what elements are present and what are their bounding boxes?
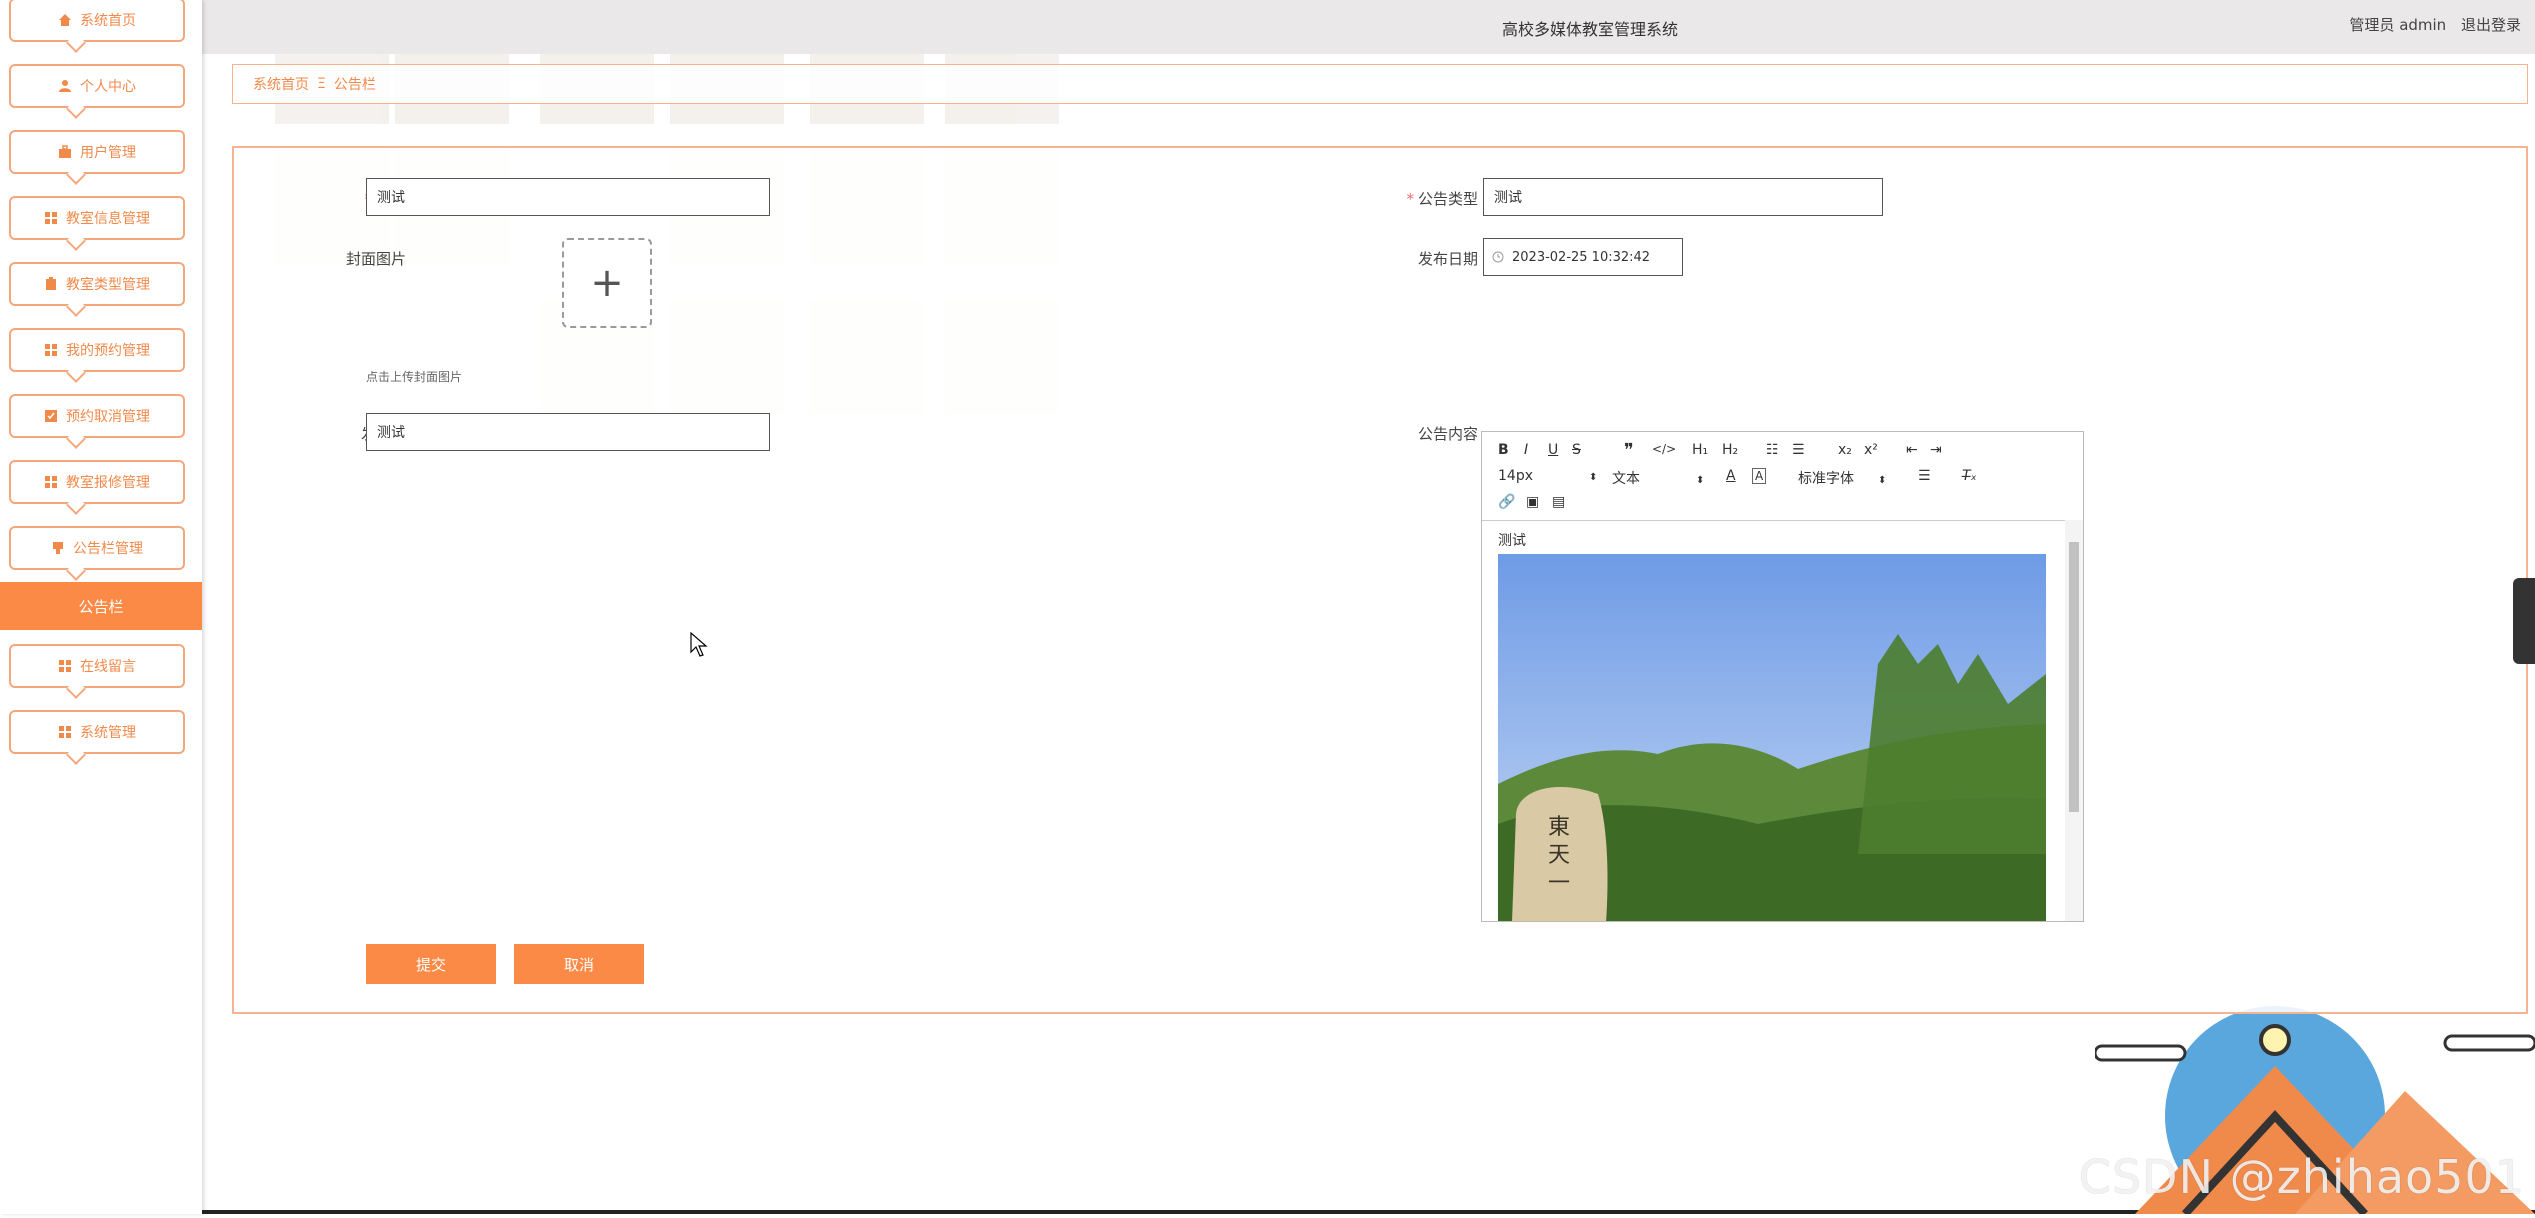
breadcrumb-separator: Ξ xyxy=(317,76,326,92)
publisher-input[interactable]: 测试 xyxy=(366,413,770,451)
sidebar-item-label: 用户管理 xyxy=(80,145,136,161)
italic-icon[interactable]: I xyxy=(1524,442,1528,458)
image-icon[interactable]: ▣ xyxy=(1526,494,1539,510)
clipboard-icon xyxy=(46,277,56,290)
sidebar-item-label: 个人中心 xyxy=(80,79,136,95)
editor-text: 测试 xyxy=(1498,533,1526,549)
type-input[interactable]: 测试 xyxy=(1483,178,1883,216)
user-info: 管理员 admin 退出登录 xyxy=(2339,14,2521,35)
sidebar-item-label: 公告栏管理 xyxy=(73,541,143,557)
sidebar-item-classroom-info[interactable]: 教室信息管理 xyxy=(9,196,185,240)
embedded-photo: 東天一 xyxy=(1498,554,2046,921)
mouse-cursor-icon xyxy=(690,632,708,657)
sidebar-item-label: 在线留言 xyxy=(80,659,136,675)
video-icon[interactable]: ▤ xyxy=(1552,494,1565,510)
plus-icon: + xyxy=(590,260,624,306)
font-size-select[interactable]: 14px ⬍ xyxy=(1498,468,1597,484)
watermark-text: CSDN @zhihao501 xyxy=(2078,1150,2525,1204)
sidebar-item-my-reservations[interactable]: 我的预约管理 xyxy=(9,328,185,372)
title-input[interactable]: 测试 xyxy=(366,178,770,216)
sidebar-subitem-notice[interactable]: 公告栏 xyxy=(0,582,202,630)
underline-icon[interactable]: U xyxy=(1548,442,1558,458)
outdent-icon[interactable]: ⇤ xyxy=(1906,442,1918,458)
photo-caption: 東天一 xyxy=(1548,815,1571,896)
date-value: 2023-02-25 10:32:42 xyxy=(1512,249,1651,265)
cover-label: 封面图片 xyxy=(345,250,406,268)
bold-icon[interactable]: B xyxy=(1498,442,1509,458)
strikethrough-icon[interactable]: S xyxy=(1572,442,1581,458)
sidebar-item-label: 系统管理 xyxy=(80,725,136,741)
logout-link[interactable]: 退出登录 xyxy=(2461,16,2521,34)
grid-icon xyxy=(45,344,57,356)
sidebar: 系统首页 个人中心 用户管理 教室信息管理 教室类型管理 我的预约管理 预约取消… xyxy=(0,0,202,1214)
superscript-icon[interactable]: x² xyxy=(1864,442,1878,458)
sidebar-item-users[interactable]: 用户管理 xyxy=(9,130,185,174)
top-bar: 高校多媒体教室管理系统 管理员 admin 退出登录 xyxy=(202,0,2535,54)
bullet-list-icon[interactable]: ☰ xyxy=(1792,442,1805,458)
sidebar-item-messages[interactable]: 在线留言 xyxy=(9,644,185,688)
content-label: 公告内容 xyxy=(1417,425,1478,443)
link-icon[interactable]: 🔗 xyxy=(1498,494,1515,510)
date-label: 发布日期 xyxy=(1417,250,1478,268)
notice-form: *标题 测试 封面图片 + 点击上传封面图片 发布人 测试 *公告类型 测试 发… xyxy=(232,146,2528,1014)
sidebar-item-label: 系统首页 xyxy=(80,13,136,29)
sidebar-item-label: 我的预约管理 xyxy=(66,343,150,359)
submit-button[interactable]: 提交 xyxy=(366,944,496,984)
sidebar-item-home[interactable]: 系统首页 xyxy=(9,0,185,42)
blockquote-icon[interactable]: ❞ xyxy=(1624,440,1634,461)
current-user: 管理员 admin xyxy=(2349,16,2447,34)
ordered-list-icon[interactable]: ☷ xyxy=(1766,442,1779,458)
sidebar-item-system[interactable]: 系统管理 xyxy=(9,710,185,754)
code-icon[interactable]: </> xyxy=(1652,442,1676,456)
home-icon xyxy=(59,14,71,26)
sidebar-item-label: 预约取消管理 xyxy=(66,409,150,425)
editor-scrollbar[interactable] xyxy=(2065,520,2083,921)
clear-format-icon[interactable]: T̶ₓ xyxy=(1962,468,1977,484)
indent-icon[interactable]: ⇥ xyxy=(1930,442,1942,458)
rich-text-editor[interactable]: B I U S ❞ </> H₁ H₂ ☷ ☰ x₂ x² ⇤ ⇥ 14px ⬍ … xyxy=(1481,431,2084,922)
font-family-select[interactable]: 标准字体 ⬍ xyxy=(1798,468,1886,488)
grid-icon xyxy=(59,726,71,738)
type-label: * 公告类型 xyxy=(1406,190,1478,208)
cover-upload-hint: 点击上传封面图片 xyxy=(366,370,463,384)
editor-toolbar: B I U S ❞ </> H₁ H₂ ☷ ☰ x₂ x² ⇤ ⇥ 14px ⬍ … xyxy=(1482,432,2083,521)
font-color-icon[interactable]: A xyxy=(1726,468,1736,484)
subscript-icon[interactable]: x₂ xyxy=(1838,442,1852,458)
grid-icon xyxy=(45,476,57,488)
cancel-button[interactable]: 取消 xyxy=(514,944,644,984)
grid-icon xyxy=(45,212,57,224)
flag-icon xyxy=(53,542,63,554)
block-format-select[interactable]: 文本 ⬍ xyxy=(1612,468,1704,488)
h2-icon[interactable]: H₂ xyxy=(1722,442,1738,458)
sidebar-item-cancel-reservations[interactable]: 预约取消管理 xyxy=(9,394,185,438)
sidebar-item-label: 教室报修管理 xyxy=(66,475,150,491)
date-picker[interactable]: 2023-02-25 10:32:42 xyxy=(1483,238,1683,276)
editor-scrollbar-thumb[interactable] xyxy=(2069,542,2079,812)
sidebar-item-profile[interactable]: 个人中心 xyxy=(9,64,185,108)
sidebar-item-label: 教室类型管理 xyxy=(66,277,150,293)
background-color-icon[interactable]: A xyxy=(1752,468,1767,484)
align-icon[interactable]: ☰ xyxy=(1918,468,1931,484)
sidebar-item-classroom-type[interactable]: 教室类型管理 xyxy=(9,262,185,306)
breadcrumb: 系统首页 Ξ 公告栏 xyxy=(232,64,2528,104)
clock-icon xyxy=(1492,251,1504,263)
sidebar-item-notice-board[interactable]: 公告栏管理 xyxy=(9,526,185,570)
side-panel-toggle[interactable] xyxy=(2513,578,2535,664)
briefcase-icon xyxy=(59,145,71,158)
breadcrumb-home[interactable]: 系统首页 xyxy=(253,74,309,94)
sidebar-item-repairs[interactable]: 教室报修管理 xyxy=(9,460,185,504)
breadcrumb-current: 公告栏 xyxy=(333,77,376,93)
h1-icon[interactable]: H₁ xyxy=(1692,442,1708,458)
editor-content[interactable]: 测试 東天一 xyxy=(1482,520,2083,921)
check-square-icon xyxy=(45,410,57,422)
app-title: 高校多媒体教室管理系统 xyxy=(1502,20,1679,39)
sidebar-item-label: 教室信息管理 xyxy=(66,211,150,227)
grid-icon xyxy=(59,660,71,672)
user-icon xyxy=(59,80,71,92)
cover-upload[interactable]: + xyxy=(562,238,652,328)
